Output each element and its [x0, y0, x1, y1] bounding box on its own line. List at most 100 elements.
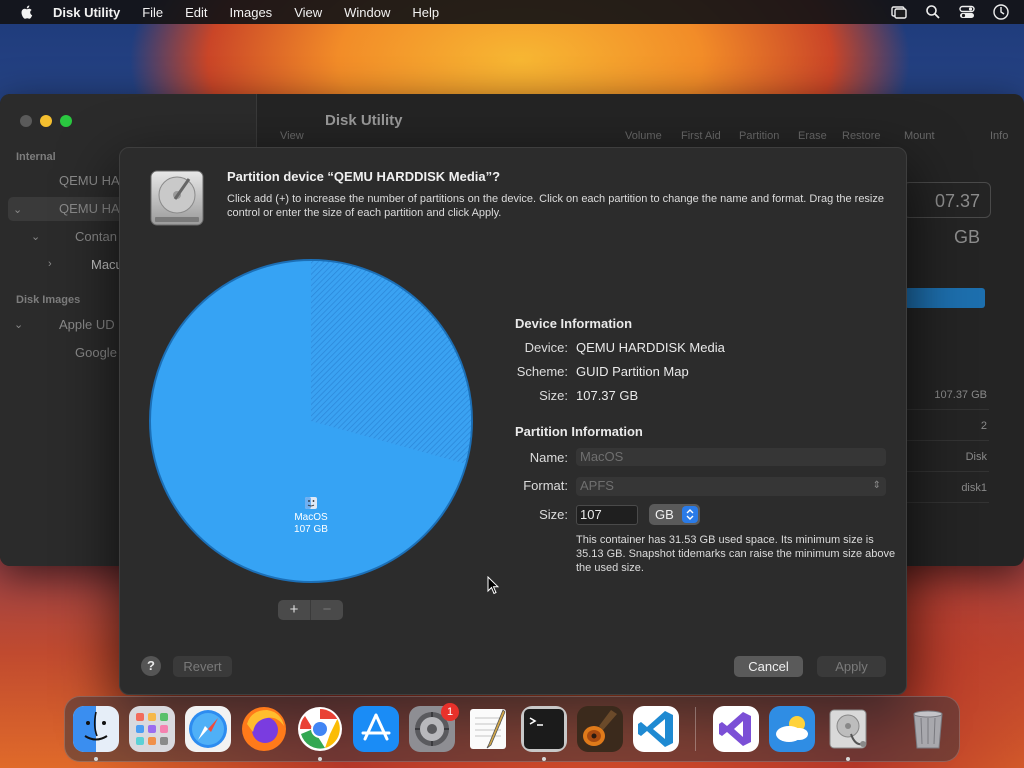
toolbar-first-aid-button[interactable]: First Aid: [681, 130, 721, 142]
mouse-pointer-icon: [487, 576, 499, 595]
status-area: [890, 3, 1010, 21]
app-store-icon[interactable]: [353, 706, 399, 752]
info-value: 2: [905, 411, 989, 441]
device-label: Device:: [524, 340, 568, 355]
chevron-down-icon[interactable]: ⌄: [14, 318, 23, 331]
device-size-value: 107.37 GB: [576, 388, 639, 403]
device-size-label: Size:: [539, 388, 568, 403]
hard-disk-icon: [150, 170, 204, 226]
running-indicator: [542, 757, 546, 761]
size-unit-select[interactable]: GB: [649, 504, 700, 525]
running-indicator: [846, 757, 850, 761]
toolbar-erase-button[interactable]: Erase: [798, 130, 827, 142]
menu-app-name[interactable]: Disk Utility: [53, 5, 120, 20]
weather-icon[interactable]: [769, 706, 815, 752]
help-button[interactable]: ?: [141, 656, 161, 676]
safari-icon[interactable]: [185, 706, 231, 752]
apple-logo-icon[interactable]: [19, 4, 35, 20]
running-indicator: [94, 757, 98, 761]
usage-bar: [905, 288, 985, 308]
add-partition-button[interactable]: +: [278, 600, 310, 620]
sheet-description: Click add (+) to increase the number of …: [227, 193, 884, 219]
apply-button[interactable]: Apply: [817, 656, 886, 677]
menu-edit[interactable]: Edit: [185, 5, 207, 20]
partition-sheet: Partition device “QEMU HARDDISK Media”? …: [119, 147, 907, 695]
launchpad-icon[interactable]: [129, 706, 175, 752]
siri-icon[interactable]: [992, 3, 1010, 21]
finder-icon[interactable]: [73, 706, 119, 752]
chevron-down-icon[interactable]: ⌄: [13, 203, 22, 216]
control-center-icon[interactable]: [958, 3, 976, 21]
container-size-note: This container has 31.53 GB used space. …: [576, 534, 896, 574]
sidebar-item-disk[interactable]: QEMU HA: [59, 173, 120, 188]
partition-label[interactable]: MacOS 107 GB: [268, 496, 354, 536]
window-controls: [20, 115, 72, 127]
partition-name-field[interactable]: MacOS: [576, 448, 886, 466]
toolbar-mount-button[interactable]: Mount: [904, 130, 935, 142]
toolbar-volume-button[interactable]: Volume: [625, 130, 662, 142]
revert-button[interactable]: Revert: [173, 656, 232, 677]
sheet-title: Partition device “QEMU HARDDISK Media”?: [227, 169, 501, 184]
info-value: 107.37 GB: [905, 380, 989, 410]
menu-file[interactable]: File: [142, 5, 163, 20]
garageband-icon[interactable]: [577, 706, 623, 752]
toolbar-view-button[interactable]: View: [280, 130, 304, 142]
chevron-down-icon[interactable]: ⌄: [31, 230, 40, 243]
partition-information-heading: Partition Information: [515, 424, 643, 439]
vscode-icon[interactable]: [633, 706, 679, 752]
sidebar-item-container[interactable]: Contan: [75, 229, 117, 244]
cancel-button[interactable]: Cancel: [734, 656, 803, 677]
info-value: disk1: [905, 473, 989, 503]
partition-name-label: MacOS: [294, 512, 328, 523]
menu-images[interactable]: Images: [230, 5, 273, 20]
sidebar-item-label: QEMU HA: [59, 201, 120, 216]
zoom-window-button[interactable]: [60, 115, 72, 127]
menu-window[interactable]: Window: [344, 5, 390, 20]
menu-view[interactable]: View: [294, 5, 322, 20]
terminal-icon[interactable]: [521, 706, 567, 752]
toolbar-partition-button[interactable]: Partition: [739, 130, 779, 142]
textedit-icon[interactable]: [465, 706, 511, 752]
partition-size-label-field: Size:: [539, 507, 568, 522]
dock: 1: [64, 696, 960, 762]
close-window-button[interactable]: [20, 115, 32, 127]
partition-size-input[interactable]: 107: [576, 505, 638, 525]
device-information-heading: Device Information: [515, 316, 633, 331]
sidebar-section-internal: Internal: [16, 151, 56, 163]
info-value: Disk: [905, 442, 989, 472]
format-select[interactable]: APFS ⇕: [576, 477, 886, 496]
scheme-label: Scheme:: [516, 364, 568, 379]
add-remove-partition-control: + −: [278, 600, 343, 620]
minimize-window-button[interactable]: [40, 115, 52, 127]
screen-mirroring-icon[interactable]: [890, 3, 908, 21]
firefox-icon[interactable]: [241, 706, 287, 752]
notification-badge: 1: [441, 703, 459, 721]
running-indicator: [318, 757, 322, 761]
size-unit-value: GB: [655, 507, 674, 522]
sidebar-item-image-volume[interactable]: Google: [75, 345, 117, 360]
dock-separator: [695, 707, 696, 751]
toolbar-restore-button[interactable]: Restore: [842, 130, 881, 142]
sidebar-item-disk-image[interactable]: Apple UD: [59, 317, 115, 332]
up-down-chevron-icon: ⇕: [872, 480, 881, 491]
sidebar-section-disk-images: Disk Images: [16, 294, 81, 306]
finder-volume-icon: [305, 497, 317, 509]
capacity-display: 07.37 GB: [903, 182, 991, 247]
window-title: Disk Utility: [325, 112, 403, 129]
format-label: Format:: [523, 478, 568, 493]
up-down-chevron-icon: [682, 506, 698, 523]
visual-studio-icon[interactable]: [713, 706, 759, 752]
partition-size-label: 107 GB: [294, 524, 328, 535]
remove-partition-button[interactable]: −: [310, 600, 343, 620]
spotlight-search-icon[interactable]: [924, 3, 942, 21]
scheme-value: GUID Partition Map: [576, 364, 689, 379]
chrome-icon[interactable]: [297, 706, 343, 752]
menu-help[interactable]: Help: [412, 5, 439, 20]
device-value: QEMU HARDDISK Media: [576, 340, 725, 355]
chevron-right-icon[interactable]: ›: [48, 258, 52, 270]
toolbar-info-button[interactable]: Info: [990, 130, 1008, 142]
disk-utility-icon[interactable]: [825, 706, 871, 752]
menu-bar: Disk Utility File Edit Images View Windo…: [0, 0, 1024, 24]
trash-icon[interactable]: [905, 706, 951, 752]
format-select-value: APFS: [580, 478, 614, 493]
